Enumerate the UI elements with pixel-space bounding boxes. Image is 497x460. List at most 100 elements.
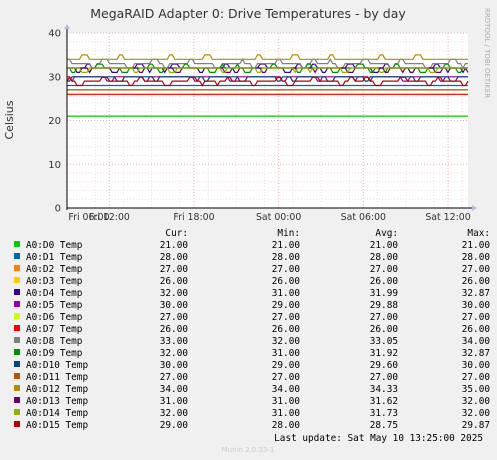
legend-swatch <box>14 253 20 259</box>
legend-value: 31.92 <box>370 348 398 359</box>
legend-value: 30.00 <box>160 360 189 371</box>
legend-value: 27.00 <box>462 372 491 383</box>
legend-value: 34.00 <box>272 384 301 395</box>
legend-swatch <box>14 337 20 343</box>
legend-swatch <box>14 325 20 331</box>
legend-swatch <box>14 241 20 247</box>
rrdtool-credit: RRDTOOL / TOBI OETIKER <box>483 8 491 98</box>
legend-series-name: A0:D4 Temp <box>26 288 83 299</box>
legend-value: 28.00 <box>462 252 491 263</box>
legend-value: 29.00 <box>272 360 301 371</box>
legend-value: 27.00 <box>462 264 491 275</box>
legend-value: 31.00 <box>272 396 301 407</box>
legend-value: 33.00 <box>160 336 189 347</box>
legend-value: 26.00 <box>272 324 301 335</box>
legend-value: 32.87 <box>462 348 490 359</box>
y-axis-label: Celsius <box>3 100 16 139</box>
legend-value: 28.00 <box>272 420 301 431</box>
legend-value: 21.00 <box>462 240 491 251</box>
legend-series-name: A0:D1 Temp <box>26 252 83 263</box>
legend-value: 27.00 <box>462 312 491 323</box>
x-tick-label: Sat 06:00 <box>341 212 386 223</box>
legend-value: 28.00 <box>160 252 189 263</box>
chart: MegaRAID Adapter 0: Drive Temperatures -… <box>0 0 497 460</box>
legend-value: 27.00 <box>370 372 399 383</box>
legend-swatch <box>14 409 20 415</box>
legend-series-name: A0:D0 Temp <box>26 240 83 251</box>
legend-value: 26.00 <box>160 324 189 335</box>
legend-swatch <box>14 397 20 403</box>
legend-value: 30.00 <box>160 300 189 311</box>
legend-series-name: A0:D7 Temp <box>26 324 83 335</box>
legend-swatch <box>14 313 20 319</box>
legend-series-name: A0:D8 Temp <box>26 336 83 347</box>
legend-value: 34.33 <box>370 384 398 395</box>
legend-value: 32.00 <box>160 348 189 359</box>
x-tick-label: Fri 18:00 <box>173 212 214 223</box>
legend-value: 32.00 <box>272 336 301 347</box>
legend-value: 21.00 <box>272 240 301 251</box>
legend-value: 32.00 <box>462 408 491 419</box>
x-tick-label: Sat 00:00 <box>256 212 301 223</box>
last-update: Last update: Sat May 10 13:25:00 2025 <box>274 433 483 444</box>
legend-series-name: A0:D5 Temp <box>26 300 83 311</box>
legend-column-header: Max: <box>467 228 490 239</box>
y-tick-label: 0 <box>55 204 61 215</box>
legend-column-header: Cur: <box>165 228 188 239</box>
legend-value: 26.00 <box>160 276 189 287</box>
legend-value: 26.00 <box>370 276 399 287</box>
legend-series-name: A0:D11 Temp <box>26 372 88 383</box>
legend-value: 31.00 <box>272 288 301 299</box>
legend-swatch <box>14 349 20 355</box>
legend-value: 29.00 <box>272 300 301 311</box>
legend-series-name: A0:D6 Temp <box>26 312 83 323</box>
legend-series-name: A0:D14 Temp <box>26 408 88 419</box>
legend-swatch <box>14 265 20 271</box>
legend-series-name: A0:D9 Temp <box>26 348 83 359</box>
legend-swatch <box>14 289 20 295</box>
legend-value: 28.00 <box>272 252 301 263</box>
legend-value: 27.00 <box>272 312 301 323</box>
legend-value: 26.00 <box>462 324 491 335</box>
legend-value: 34.00 <box>160 384 189 395</box>
legend-swatch <box>14 301 20 307</box>
legend-series-name: A0:D12 Temp <box>26 384 88 395</box>
legend-swatch <box>14 277 20 283</box>
legend-swatch <box>14 361 20 367</box>
legend-value: 27.00 <box>272 264 301 275</box>
x-tick-label: Fri 12:00 <box>89 212 130 223</box>
legend-series-name: A0:D10 Temp <box>26 360 88 371</box>
legend-value: 30.00 <box>462 360 491 371</box>
munin-version: Munin 2.0.33-1 <box>222 446 275 454</box>
x-tick-label: Sat 12:00 <box>425 212 470 223</box>
legend-swatch <box>14 373 20 379</box>
legend-column-header: Avg: <box>375 228 398 239</box>
legend-value: 27.00 <box>160 312 189 323</box>
legend-value: 21.00 <box>370 240 399 251</box>
legend-value: 27.00 <box>370 312 399 323</box>
legend-value: 31.00 <box>272 408 301 419</box>
legend-series-name: A0:D3 Temp <box>26 276 83 287</box>
legend-value: 28.00 <box>370 252 399 263</box>
legend-swatch <box>14 421 20 427</box>
legend-value: 34.00 <box>462 336 491 347</box>
legend-value: 21.00 <box>160 240 189 251</box>
legend-value: 31.00 <box>160 396 189 407</box>
legend-value: 31.62 <box>370 396 398 407</box>
y-tick-label: 30 <box>48 72 61 83</box>
legend-value: 29.00 <box>160 420 189 431</box>
legend-value: 32.87 <box>462 288 490 299</box>
legend-value: 31.73 <box>370 408 398 419</box>
legend-value: 29.60 <box>370 360 399 371</box>
legend-value: 26.00 <box>370 324 399 335</box>
legend-value: 27.00 <box>272 372 301 383</box>
legend-value: 27.00 <box>160 264 189 275</box>
legend-swatch <box>14 385 20 391</box>
legend-value: 28.75 <box>370 420 398 431</box>
legend-series-name: A0:D15 Temp <box>26 420 88 431</box>
legend-value: 30.00 <box>462 300 491 311</box>
legend-column-header: Min: <box>277 228 300 239</box>
legend-value: 32.00 <box>160 408 189 419</box>
legend-value: 26.00 <box>272 276 301 287</box>
chart-title: MegaRAID Adapter 0: Drive Temperatures -… <box>90 6 406 21</box>
